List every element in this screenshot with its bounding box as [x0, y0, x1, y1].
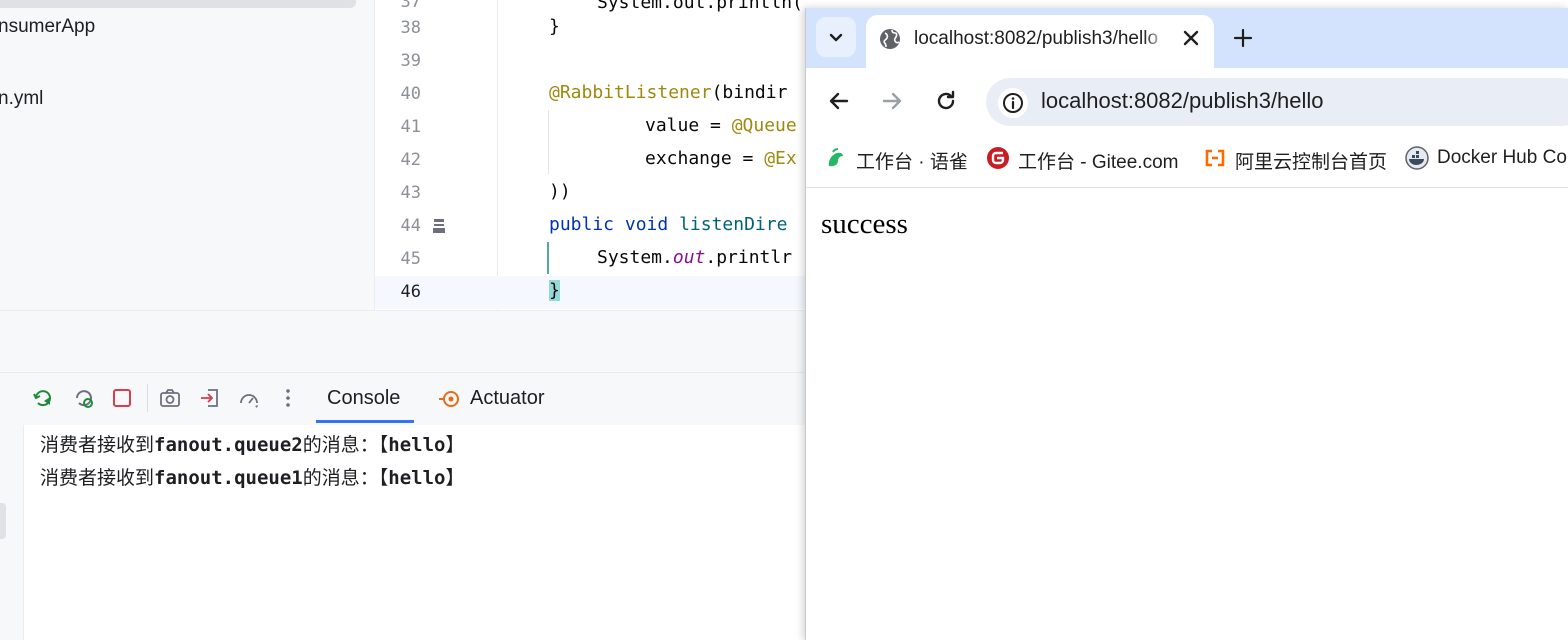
line-number: 38 — [400, 18, 421, 38]
editor-bottom-gap — [0, 310, 805, 373]
browser-tab-title[interactable]: localhost:8082/publish3/hello — [914, 28, 1164, 50]
indent-guide-active — [547, 242, 549, 274]
bookmark-label: 工作台 · 语雀 — [856, 152, 968, 173]
project-tool-window: nsumerApp n.yml — [0, 0, 375, 310]
profiler-icon[interactable] — [237, 386, 261, 410]
back-arrow-icon[interactable] — [826, 88, 852, 114]
tab-console-label[interactable]: Console — [327, 387, 400, 410]
info-icon[interactable] — [1002, 92, 1024, 114]
project-item-application-yml[interactable]: n.yml — [0, 88, 43, 110]
code-line-43: )) — [549, 181, 571, 202]
code-line-45: System.out.printlr — [597, 247, 793, 268]
aliyun-icon — [1205, 149, 1225, 167]
bookmark-label: Docker Hub Co — [1437, 147, 1567, 168]
url-text[interactable]: localhost:8082/publish3/hello — [1041, 88, 1324, 114]
line-number: 37 — [400, 0, 421, 12]
camera-icon[interactable] — [158, 386, 182, 410]
line-number: 41 — [400, 117, 421, 137]
code-line-46: } — [549, 280, 560, 301]
toolbar-separator — [147, 384, 148, 412]
rerun-icon[interactable] — [31, 386, 55, 410]
reload-icon[interactable] — [933, 88, 959, 114]
chevron-down-icon[interactable] — [826, 27, 846, 47]
indent-guide — [548, 110, 549, 174]
import-icon[interactable] — [198, 386, 222, 410]
rerun-debug-icon[interactable] — [72, 386, 96, 410]
bookmark-label: 工作台 - Gitee.com — [1018, 152, 1179, 173]
console-side-handle[interactable] — [0, 503, 6, 539]
browser-window: localhost:8082/publish3/hello localhost:… — [805, 8, 1568, 640]
page-response-text: success — [821, 208, 908, 240]
console-line: 消费者接收到fanout.queue1的消息：【hello】 — [40, 467, 465, 489]
code-line-41: value = @Queue — [645, 115, 797, 136]
bookmark-label: 阿里云控制台首页 — [1235, 152, 1388, 173]
yuque-icon — [828, 148, 843, 167]
code-line-42: exchange = @Ex — [645, 148, 797, 169]
more-options-icon[interactable] — [276, 386, 300, 410]
gitee-icon — [987, 147, 1009, 169]
new-tab-plus-icon[interactable] — [1231, 26, 1255, 50]
implementation-marker-icon[interactable] — [432, 218, 446, 234]
stop-icon[interactable] — [110, 386, 134, 410]
forward-arrow-icon[interactable] — [879, 88, 905, 114]
tab-title-fade — [1144, 26, 1168, 52]
code-line-44: public void listenDire — [549, 214, 788, 235]
annotation-rabbit-listener: @RabbitListener — [549, 82, 712, 103]
line-number: 40 — [400, 84, 421, 104]
code-line-38: } — [549, 16, 560, 37]
line-number: 43 — [400, 183, 421, 203]
tab-actuator-label[interactable]: Actuator — [470, 387, 544, 410]
line-number: 45 — [400, 249, 421, 269]
code-line-37: System.out.println("消费者接收到fanout.queue1的… — [597, 0, 808, 13]
code-line-40: @RabbitListener(bindir — [549, 82, 788, 103]
line-number: 39 — [400, 51, 421, 71]
tab-console-active-indicator — [316, 420, 414, 423]
actuator-icon[interactable] — [438, 387, 462, 411]
docker-icon — [1405, 146, 1429, 170]
console-output[interactable] — [0, 425, 805, 640]
line-number-current: 46 — [400, 282, 421, 302]
line-number: 44 — [400, 216, 421, 236]
line-number: 42 — [400, 150, 421, 170]
console-line: 消费者接收到fanout.queue2的消息：【hello】 — [40, 434, 465, 456]
project-selected-row[interactable] — [0, 0, 356, 8]
project-item-consumer-app[interactable]: nsumerApp — [0, 16, 95, 38]
globe-icon — [880, 29, 900, 49]
close-icon[interactable] — [1179, 26, 1203, 50]
code-editor[interactable]: System.out.println("消费者接收到fanout.queue1的… — [498, 0, 808, 310]
